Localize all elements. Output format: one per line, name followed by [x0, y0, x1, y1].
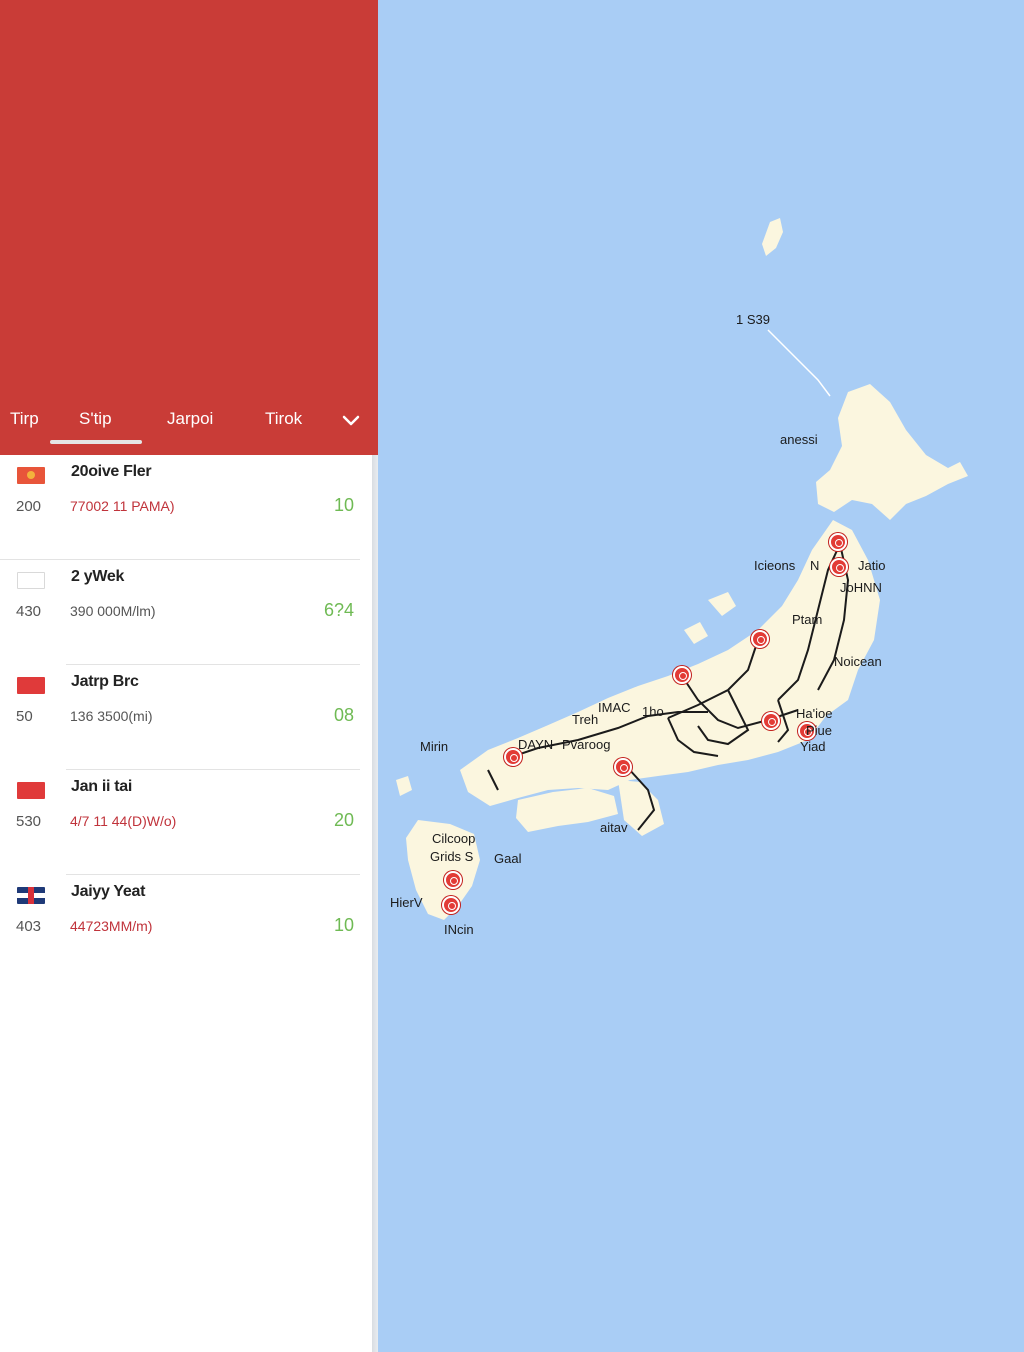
flag-icon	[17, 572, 45, 589]
tab-stop[interactable]: S'tip	[79, 409, 112, 429]
item-detail: 136 3500(mi)	[70, 708, 153, 724]
flag-icon	[17, 887, 45, 904]
item-value: 20	[333, 810, 354, 830]
tab-japan[interactable]: Jarpoi	[167, 409, 213, 429]
item-detail: 44723MM/m)	[70, 918, 153, 934]
tab-bar: Tirp S'tip Jarpoi Tirok	[0, 395, 378, 455]
island	[396, 776, 412, 796]
map-label: 1 S39	[736, 312, 770, 327]
trip-list: 20oive Fler 200 77002 11 PAMA) 10 2 yWek…	[0, 455, 372, 980]
map-pin[interactable]	[762, 712, 780, 730]
map-pin[interactable]	[830, 558, 848, 576]
map-pin[interactable]	[614, 758, 632, 776]
map-label: DAYN	[518, 737, 554, 752]
map-label: Pvaroog	[562, 737, 611, 752]
tab-trip[interactable]: Tirp	[10, 409, 39, 429]
list-item[interactable]: Jaiyy Yeat 403 44723MM/m) 10	[0, 875, 372, 980]
map-pin[interactable]	[444, 871, 462, 889]
item-detail: 4/7 11 44(D)W/o)	[70, 813, 177, 829]
map-label: Ptam	[792, 612, 823, 627]
list-item[interactable]: 2 yWek 430 390 000M/lm) 6?4	[0, 560, 372, 665]
hokkaido	[816, 384, 968, 520]
list-item[interactable]: 20oive Fler 200 77002 11 PAMA) 10	[0, 455, 372, 560]
map-label: Noicean	[834, 654, 882, 669]
item-number: 200	[16, 498, 42, 515]
item-number: 530	[16, 813, 42, 830]
map-label: Icieons	[754, 558, 796, 573]
island	[684, 622, 708, 644]
leader-line	[767, 329, 831, 397]
panel-header: Tirp S'tip Jarpoi Tirok	[0, 0, 378, 455]
map-label: IMAC	[598, 700, 631, 715]
flag-icon	[17, 467, 45, 484]
item-title: Jaiyy Yeat	[71, 883, 146, 900]
item-detail: 390 000M/lm)	[70, 603, 156, 619]
item-number: 50	[16, 708, 33, 725]
map-pin[interactable]	[673, 666, 691, 684]
map-pin[interactable]	[442, 896, 460, 914]
map-label: Ha'ioe	[796, 706, 833, 721]
map-label: 1ho	[642, 704, 664, 719]
flag-icon	[17, 782, 45, 799]
item-number: 430	[16, 603, 42, 620]
chevron-down-icon[interactable]	[340, 409, 362, 431]
item-title: Jan ii tai	[71, 778, 133, 795]
active-tab-indicator	[50, 440, 142, 444]
trip-panel: Tirp S'tip Jarpoi Tirok 20oive Fler 200 …	[0, 0, 380, 1352]
map-label: Yiad	[800, 739, 826, 754]
map-label: Jatio	[858, 558, 886, 573]
item-title: 20oive Fler	[71, 463, 152, 480]
map-pin[interactable]	[829, 533, 847, 551]
map-label: Cilcoop	[432, 831, 476, 846]
item-value: 10	[333, 915, 354, 935]
japan-map	[396, 218, 968, 920]
map-label: aitav	[600, 820, 628, 835]
map-label: Gaal	[494, 851, 522, 866]
island	[762, 218, 783, 256]
item-value: 08	[333, 705, 354, 725]
map-label: JoHNN	[840, 580, 882, 595]
map-label: Mirin	[420, 739, 449, 754]
item-number: 403	[16, 918, 42, 935]
map-label: Treh	[572, 712, 599, 727]
map-label: anessi	[780, 432, 818, 447]
item-value: 10	[333, 495, 354, 515]
item-title: 2 yWek	[71, 568, 125, 585]
item-detail: 77002 11 PAMA)	[70, 498, 175, 514]
map-pin[interactable]	[751, 630, 769, 648]
map-label: N	[810, 558, 820, 573]
map-view[interactable]: 1 S39 anessi Icieons N Jatio JoHNN Ptam …	[378, 0, 1024, 1352]
map-label: Piue	[806, 723, 833, 738]
item-value: 6?4	[323, 600, 354, 620]
list-item[interactable]: Jan ii tai 530 4/7 11 44(D)W/o) 20	[0, 770, 372, 875]
item-title: Jatrp Brc	[71, 673, 139, 690]
map-label: Grids S	[430, 849, 474, 864]
island	[708, 592, 736, 616]
flag-icon	[17, 677, 45, 694]
tab-track[interactable]: Tirok	[265, 409, 302, 429]
map-label: HierV	[390, 895, 423, 910]
list-item[interactable]: Jatrp Brc 50 136 3500(mi) 08	[0, 665, 372, 770]
map-label: INcin	[444, 922, 474, 937]
